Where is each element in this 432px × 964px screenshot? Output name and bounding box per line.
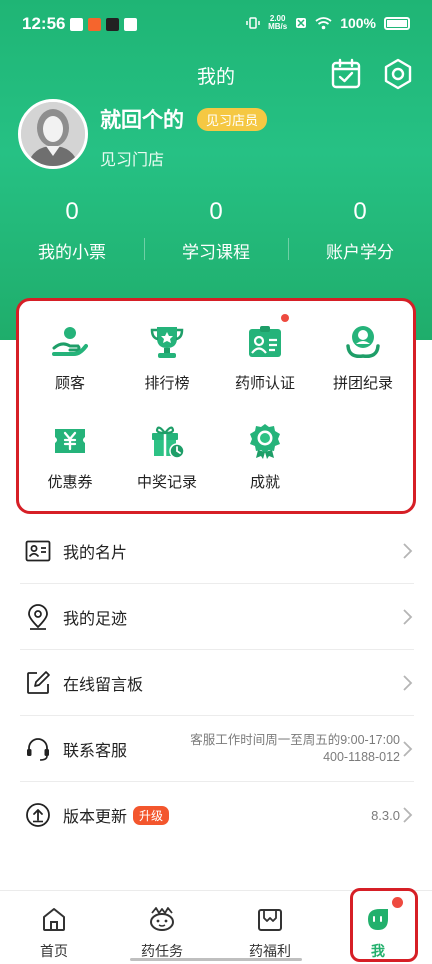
calendar-check-button[interactable] (330, 58, 362, 90)
feature-customer[interactable]: 顾客 (22, 324, 118, 393)
stat-credits[interactable]: 0 账户学分 (288, 196, 432, 268)
menu-contact-support[interactable]: 联系客服 客服工作时间周一至周五的9:00-17:00 400-1188-012 (20, 716, 414, 782)
status-time: 12:56 (22, 14, 66, 33)
battery-percent: 100% (340, 15, 376, 31)
feature-achievements[interactable]: 成就 (217, 423, 313, 492)
certificate-icon (247, 314, 289, 360)
upload-icon (26, 803, 50, 827)
group-buy-icon (345, 324, 381, 360)
customer-icon (52, 324, 88, 360)
menu-my-footprints[interactable]: 我的足迹 (20, 584, 414, 650)
status-right: 2.00 MB/s 100% (246, 15, 410, 31)
welfare-icon (258, 909, 282, 931)
achievement-icon (247, 423, 283, 459)
role-badge: 见习店员 (197, 108, 268, 131)
feature-label: 药师认证 (234, 374, 295, 392)
tiktok-notification-icon (106, 18, 119, 31)
battery-icon (384, 16, 410, 30)
menu-my-business-card[interactable]: 我的名片 (20, 518, 414, 584)
menu-label: 联系客服 (63, 740, 128, 760)
feature-label: 中奖记录 (136, 473, 197, 491)
upgrade-badge: 升级 (133, 805, 170, 825)
chat-notification-icon (124, 18, 137, 31)
tab-welfare[interactable]: 药福利 (216, 891, 324, 964)
feature-label: 排行榜 (144, 374, 190, 392)
headset-icon (27, 737, 49, 761)
feature-prize-records[interactable]: 中奖记录 (119, 423, 215, 492)
tab-home[interactable]: 首页 (0, 891, 108, 964)
feature-coupons[interactable]: 优惠券 (22, 423, 118, 492)
business-card-icon (25, 540, 51, 561)
menu-label: 我的足迹 (63, 608, 128, 628)
stat-value: 0 (209, 198, 223, 225)
calendar-check-icon (331, 58, 361, 89)
menu-label: 版本更新 (63, 807, 128, 826)
task-icon (150, 907, 174, 931)
menu-label: 我的名片 (63, 542, 128, 562)
stat-label: 账户学分 (326, 243, 394, 263)
feature-label: 拼团纪录 (332, 374, 393, 392)
feature-label: 优惠券 (47, 473, 93, 491)
support-hours: 客服工作时间周一至周五的9:00-17:00 (190, 732, 400, 747)
feature-pharmacist-certification[interactable]: 药师认证 (217, 314, 313, 393)
home-indicator (130, 958, 302, 961)
chevron-right-icon (403, 741, 413, 757)
menu-label: 在线留言板 (63, 674, 144, 694)
network-speed: 2.00 MB/s (268, 15, 287, 31)
trophy-icon (149, 324, 185, 360)
home-icon (43, 908, 65, 931)
gift-icon (149, 423, 185, 459)
settings-menu-list: 我的名片 我的足迹 在线留言板 联系客服 客服工作时间周一至周五的9:00-17… (20, 518, 414, 848)
status-bar: 12:56 2.00 MB/s 100% (0, 0, 432, 44)
location-pin-icon (28, 603, 48, 630)
feature-grid-card: 顾客 排行榜 药师认证 拼团纪录 优惠券 中奖记录 成就 (16, 298, 416, 514)
feature-leaderboard[interactable]: 排行榜 (119, 324, 215, 393)
chevron-right-icon (403, 609, 413, 625)
support-phone[interactable]: 400-1188-012 (190, 749, 400, 766)
chevron-right-icon (403, 675, 413, 691)
store-name: 见习门店 (100, 150, 165, 169)
version-number: 8.3.0 (371, 807, 400, 823)
stat-courses[interactable]: 0 学习课程 (144, 196, 288, 268)
menu-version-update[interactable]: 版本更新 升级 8.3.0 (20, 782, 414, 848)
net-speed-unit: MB/s (268, 22, 288, 31)
menu-online-message-board[interactable]: 在线留言板 (20, 650, 414, 716)
sim-icon (296, 18, 307, 28)
app-notification-icon (88, 18, 101, 31)
wifi-icon (315, 16, 332, 29)
coupon-icon (52, 423, 88, 459)
stat-label: 我的小票 (38, 243, 106, 263)
avatar-silhouette-icon (21, 102, 85, 166)
page-title: 我的 (196, 66, 235, 88)
avatar[interactable] (18, 99, 88, 169)
edit-note-icon (27, 670, 50, 694)
notification-icons (70, 18, 137, 31)
tab-label: 首页 (40, 944, 68, 960)
vibrate-icon (246, 17, 260, 29)
chevron-right-icon (403, 807, 413, 823)
stat-value: 0 (353, 198, 367, 225)
header-background (0, 0, 432, 340)
stat-my-receipts[interactable]: 0 我的小票 (0, 196, 144, 268)
stat-label: 学习课程 (182, 243, 250, 263)
settings-icon (384, 58, 412, 90)
chevron-right-icon (403, 543, 413, 559)
username: 就回个的 (100, 108, 184, 132)
feature-label: 成就 (249, 473, 280, 491)
tab-me-highlight-frame (350, 888, 418, 962)
stats-row: 0 我的小票 0 学习课程 0 账户学分 (0, 196, 432, 268)
support-info: 客服工作时间周一至周五的9:00-17:00 400-1188-012 (190, 732, 400, 766)
feature-label: 顾客 (54, 374, 85, 392)
clipboard-notification-icon (70, 18, 83, 31)
new-badge-dot (281, 314, 289, 322)
settings-button[interactable] (382, 58, 414, 90)
feature-group-buy-records[interactable]: 拼团纪录 (315, 324, 411, 393)
stat-value: 0 (65, 198, 79, 225)
tab-tasks[interactable]: 药任务 (108, 891, 216, 964)
